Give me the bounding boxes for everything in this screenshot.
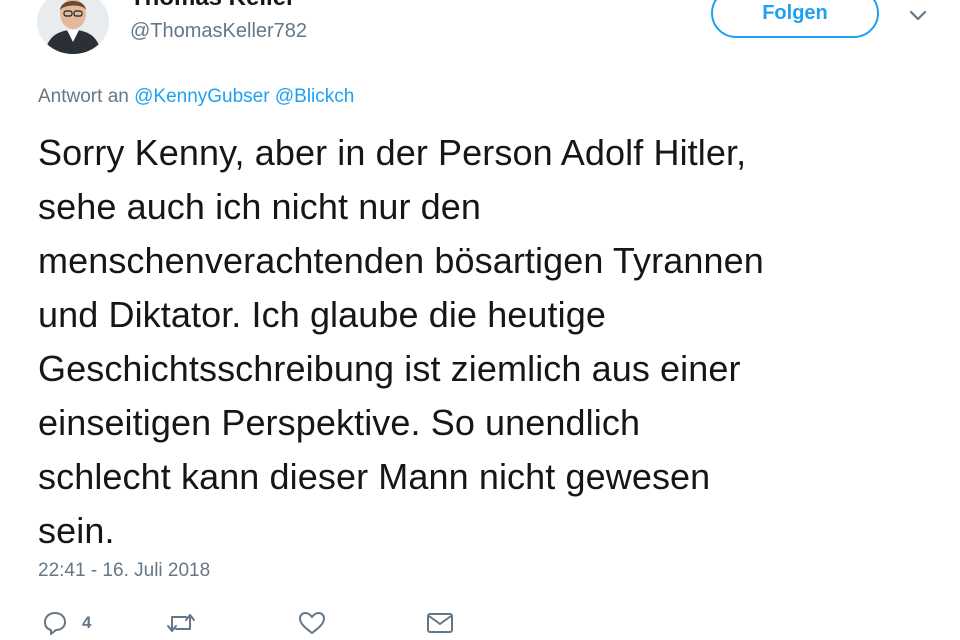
reply-prefix: Antwort an [38, 86, 129, 107]
author-handle[interactable]: @ThomasKeller782 [130, 20, 307, 43]
retweet-icon [167, 614, 195, 632]
envelope-icon [427, 613, 453, 633]
heart-icon [299, 612, 325, 634]
tweet-text-line: sein. [38, 510, 115, 551]
direct-message-button[interactable] [426, 606, 454, 640]
reply-icon [44, 612, 66, 635]
reply-count: 4 [82, 613, 92, 632]
tweet-text-line: und Diktator. Ich glaube die heutige [38, 294, 606, 335]
tweet-text-line: einseitigen Perspektive. So unendlich [38, 402, 641, 443]
author-display-name[interactable]: Thomas Keller [130, 0, 295, 12]
tweet-text: Sorry Kenny, aber in der Person Adolf Hi… [38, 126, 938, 558]
tweet-text-line: menschenverachtenden bösartigen Tyrannen [38, 240, 764, 281]
tweet-timestamp[interactable]: 22:41 - 16. Juli 2018 [38, 560, 210, 582]
tweet-text-line: Sorry Kenny, aber in der Person Adolf Hi… [38, 132, 747, 173]
chevron-down-icon[interactable] [906, 4, 930, 28]
like-button[interactable] [298, 606, 326, 640]
action-bar: 4 [0, 606, 960, 640]
mention-link[interactable]: @Blickch [275, 86, 354, 107]
follow-button[interactable]: Folgen [711, 0, 879, 38]
reply-context: Antwort an @KennyGubser @Blickch [38, 86, 354, 108]
tweet-header: Thomas Keller @ThomasKeller782 Folgen [0, 0, 960, 70]
tweet-text-line: Geschichtsschreibung ist ziemlich aus ei… [38, 348, 741, 389]
retweet-button[interactable] [166, 606, 196, 640]
avatar[interactable] [37, 0, 109, 54]
mention-link[interactable]: @KennyGubser [134, 86, 269, 107]
tweet-text-line: schlecht kann dieser Mann nicht gewesen [38, 456, 711, 497]
avatar-photo-icon [37, 0, 109, 54]
reply-button[interactable]: 4 [42, 606, 91, 640]
tweet-text-line: sehe auch ich nicht nur den [38, 186, 481, 227]
